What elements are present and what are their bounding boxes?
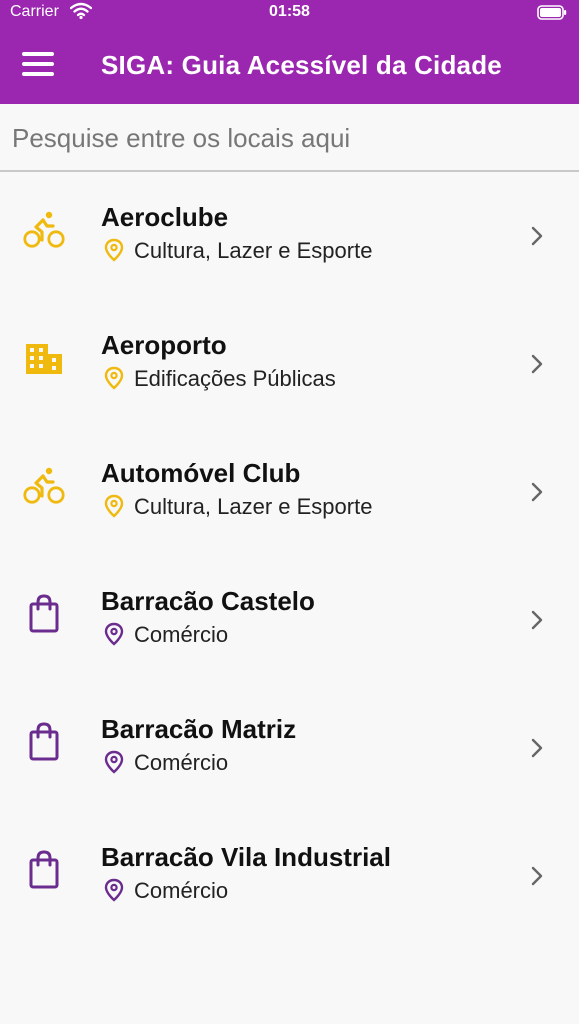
shopping-bag-icon [22, 848, 66, 892]
menu-icon-line [22, 62, 54, 66]
location-pin-icon [104, 622, 124, 646]
list-item[interactable]: Barracão Vila Industrial Comércio [0, 812, 579, 940]
chevron-right-icon [530, 737, 544, 759]
place-name: Barracão Matriz [101, 714, 297, 744]
chevron-right-icon [530, 609, 544, 631]
app-bar: SIGA: Guia Acessível da Cidade [0, 26, 579, 104]
location-pin-icon [104, 366, 124, 390]
place-category: Comércio [134, 878, 229, 903]
location-pin-icon [104, 878, 124, 902]
list-item[interactable]: Aeroclube Cultura, Lazer e Esporte [0, 172, 579, 300]
location-pin-icon [104, 238, 124, 262]
list-item[interactable]: Automóvel Club Cultura, Lazer e Esporte [0, 428, 579, 556]
chevron-right-icon [530, 353, 544, 375]
location-pin-icon [104, 750, 124, 774]
place-name: Automóvel Club [101, 458, 301, 488]
building-icon [22, 336, 66, 380]
menu-icon-line [22, 72, 54, 76]
place-category: Comércio [134, 750, 229, 775]
chevron-right-icon [530, 225, 544, 247]
list-item[interactable]: Barracão Matriz Comércio [0, 684, 579, 812]
search-bar [0, 104, 579, 172]
list-item[interactable]: Aeroporto Edificações Públicas [0, 300, 579, 428]
search-input[interactable] [10, 116, 564, 160]
status-bar: Carrier 01:58 [0, 0, 579, 26]
clock: 01:58 [269, 3, 310, 20]
top-bar: Carrier 01:58 SIGA: Guia Acessível da Ci… [0, 0, 579, 104]
place-name: Barracão Castelo [101, 586, 315, 616]
place-category: Edificações Públicas [134, 366, 336, 391]
app-title: SIGA: Guia Acessível da Cidade [101, 50, 502, 80]
place-category: Cultura, Lazer e Esporte [134, 494, 373, 519]
list-item[interactable]: Barracão Castelo Comércio [0, 556, 579, 684]
place-category: Comércio [134, 622, 229, 647]
battery-icon [537, 5, 567, 26]
shopping-bag-icon [22, 592, 66, 636]
chevron-right-icon [530, 865, 544, 887]
chevron-right-icon [530, 481, 544, 503]
place-name: Aeroclube [101, 202, 229, 232]
bike-icon [22, 464, 66, 508]
menu-button[interactable] [22, 52, 56, 78]
bike-icon [22, 208, 66, 252]
place-category: Cultura, Lazer e Esporte [134, 238, 373, 263]
place-name: Aeroporto [101, 330, 227, 360]
place-name: Barracão Vila Industrial [101, 842, 391, 872]
menu-icon [22, 52, 54, 56]
location-pin-icon [104, 494, 124, 518]
shopping-bag-icon [22, 720, 66, 764]
places-list: Aeroclube Cultura, Lazer e Esporte Aerop… [0, 172, 579, 940]
